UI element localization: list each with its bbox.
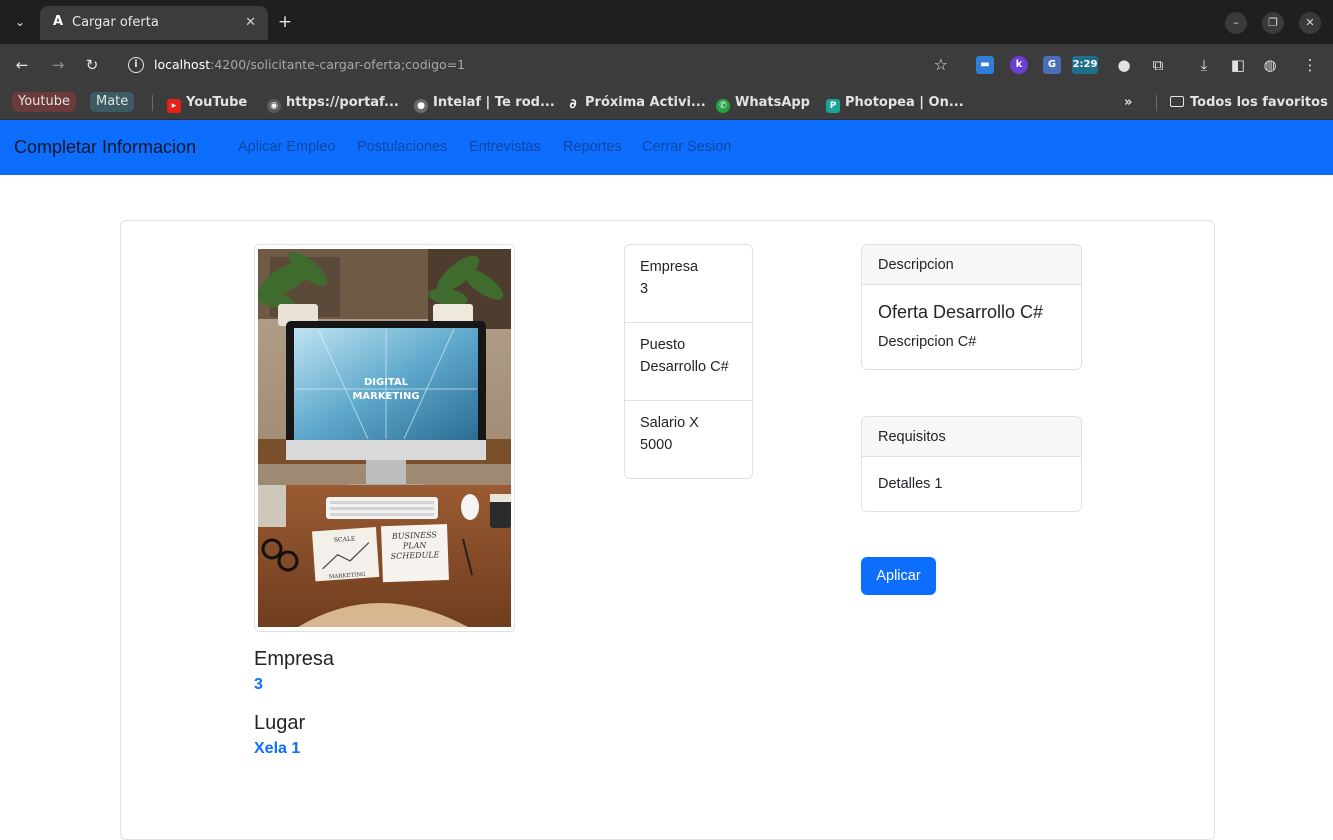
summary-lugar-label: Lugar	[254, 712, 306, 734]
detail-item-empresa: Empresa 3	[625, 245, 752, 323]
youtube-icon: ▸	[167, 99, 181, 113]
bookmark-portafolio[interactable]: ◉ https://portaf...	[267, 92, 399, 114]
detail-value: 3	[640, 281, 649, 297]
extension-window-icon[interactable]: ▬	[976, 56, 994, 74]
bookmark-folder-youtube[interactable]: Youtube	[12, 92, 76, 112]
nav-link-postulaciones[interactable]: Postulaciones	[357, 137, 447, 157]
angular-favicon-icon: A	[52, 14, 64, 29]
detail-label: Empresa	[640, 259, 699, 275]
extension-circle-icon[interactable]: ●	[1114, 54, 1134, 76]
a-logo-icon: ∂	[569, 97, 577, 112]
aplicar-button[interactable]: Aplicar	[861, 557, 936, 595]
photopea-icon: P	[826, 99, 840, 113]
notebook-business-text: BUSINESS	[391, 530, 438, 541]
tab-title: Cargar oferta	[72, 15, 159, 30]
screen-text-marketing: MARKETING	[352, 391, 419, 402]
extension-k-icon[interactable]: k	[1010, 56, 1028, 74]
summary-empresa-label: Empresa	[254, 648, 335, 670]
bookmark-whatsapp[interactable]: ✆ WhatsApp	[716, 92, 810, 114]
bookmarks-bar: Youtube Mate ▸ YouTube ◉ https://portaf...…	[0, 86, 1333, 120]
tab-search-chevron-icon[interactable]: ⌄	[10, 12, 30, 32]
reload-icon[interactable]: ↻	[82, 55, 102, 75]
extensions-puzzle-icon[interactable]: ⧉	[1148, 54, 1168, 76]
screen-text-digital: DIGITAL	[364, 377, 409, 388]
nav-link-entrevistas[interactable]: Entrevistas	[469, 137, 541, 157]
minimize-window-icon[interactable]: –	[1225, 12, 1247, 34]
requisitos-header: Requisitos	[862, 417, 1081, 457]
intelaf-icon: ●	[414, 99, 428, 113]
notebook-scale-text: SCALE	[334, 535, 356, 543]
offer-summary: Empresa 3 Lugar Xela 1	[254, 645, 554, 773]
navbar-brand[interactable]: Completar Informacion	[14, 134, 196, 160]
bookmark-intelaf[interactable]: ● Intelaf | Te rod...	[414, 92, 555, 114]
summary-empresa-value: 3	[254, 676, 263, 693]
nav-link-cerrar-sesion[interactable]: Cerrar Sesion	[642, 137, 731, 157]
address-bar[interactable]: i localhost:4200/solicitante-cargar-ofer…	[118, 50, 956, 80]
bookmark-star-icon[interactable]: ☆	[934, 55, 948, 75]
offer-photo: DIGITAL MARKETING SCALE MARKETING BUSINE…	[258, 249, 511, 627]
detail-value: 5000	[640, 437, 673, 453]
descripcion-header: Descripcion	[862, 245, 1081, 285]
nav-link-reportes[interactable]: Reportes	[563, 137, 622, 157]
bookmark-separator	[1156, 95, 1157, 111]
detail-value: Desarrollo C#	[640, 359, 729, 375]
desk-illustration: DIGITAL MARKETING SCALE MARKETING BUSINE…	[258, 249, 511, 627]
back-arrow-icon[interactable]: ←	[12, 55, 32, 75]
detail-label: Puesto	[640, 337, 686, 353]
notebook-schedule-text: SCHEDULE	[391, 550, 440, 561]
offer-details-list: Empresa 3 Puesto Desarrollo C# Salario X…	[624, 244, 753, 479]
chrome-menu-icon[interactable]: ⋮	[1300, 54, 1320, 76]
nav-link-aplicar-empleo[interactable]: Aplicar Empleo	[238, 137, 336, 157]
bookmark-folder-mate[interactable]: Mate	[90, 92, 135, 112]
extension-translate-icon[interactable]: G	[1043, 56, 1061, 74]
side-panel-icon[interactable]: ◧	[1228, 54, 1248, 76]
url-text[interactable]: localhost:4200/solicitante-cargar-oferta…	[154, 57, 465, 73]
restore-window-icon[interactable]: ❐	[1262, 12, 1284, 34]
all-bookmarks-folder[interactable]: Todos los favoritos	[1170, 92, 1328, 114]
site-info-icon[interactable]: i	[128, 57, 144, 73]
close-window-icon[interactable]: ✕	[1299, 12, 1321, 34]
tab-cargar-oferta[interactable]: A Cargar oferta ✕	[40, 6, 268, 40]
folder-icon	[1170, 96, 1184, 107]
detail-label: Salario X	[640, 415, 699, 431]
requisitos-text: Detalles 1	[878, 476, 943, 492]
forward-arrow-icon[interactable]: →	[48, 55, 68, 75]
bookmark-youtube[interactable]: ▸ YouTube	[167, 92, 247, 114]
detail-item-salario: Salario X 5000	[625, 401, 752, 479]
profile-avatar-icon[interactable]: ◍	[1260, 54, 1280, 76]
bookmark-photopea[interactable]: P Photopea | On...	[826, 92, 964, 114]
download-icon[interactable]: ⤓	[1194, 54, 1214, 76]
whatsapp-icon: ✆	[716, 99, 730, 113]
browser-tab-bar: ⌄ A Cargar oferta ✕ + – ❐ ✕	[0, 0, 1333, 44]
notebook-plan-text: PLAN	[402, 541, 428, 551]
bookmarks-overflow-chevron[interactable]: »	[1124, 92, 1132, 114]
requisitos-card: Requisitos Detalles 1	[861, 416, 1082, 512]
app-navbar: Completar Informacion Aplicar Empleo Pos…	[0, 120, 1333, 175]
detail-item-puesto: Puesto Desarrollo C#	[625, 323, 752, 401]
new-tab-plus-icon[interactable]: +	[274, 11, 296, 33]
summary-lugar-value: Xela 1	[254, 740, 301, 757]
close-tab-icon[interactable]: ✕	[245, 14, 256, 31]
descripcion-text: Descripcion C#	[878, 334, 977, 350]
globe-icon: ◉	[267, 99, 281, 113]
extension-clock-icon[interactable]: 2:29	[1072, 56, 1098, 74]
descripcion-card: Descripcion Oferta Desarrollo C# Descrip…	[861, 244, 1082, 370]
bookmark-proxima-actividad[interactable]: ∂ Próxima Activi...	[566, 92, 705, 114]
descripcion-title: Oferta Desarrollo C#	[878, 302, 1044, 322]
bookmark-separator	[152, 95, 153, 111]
